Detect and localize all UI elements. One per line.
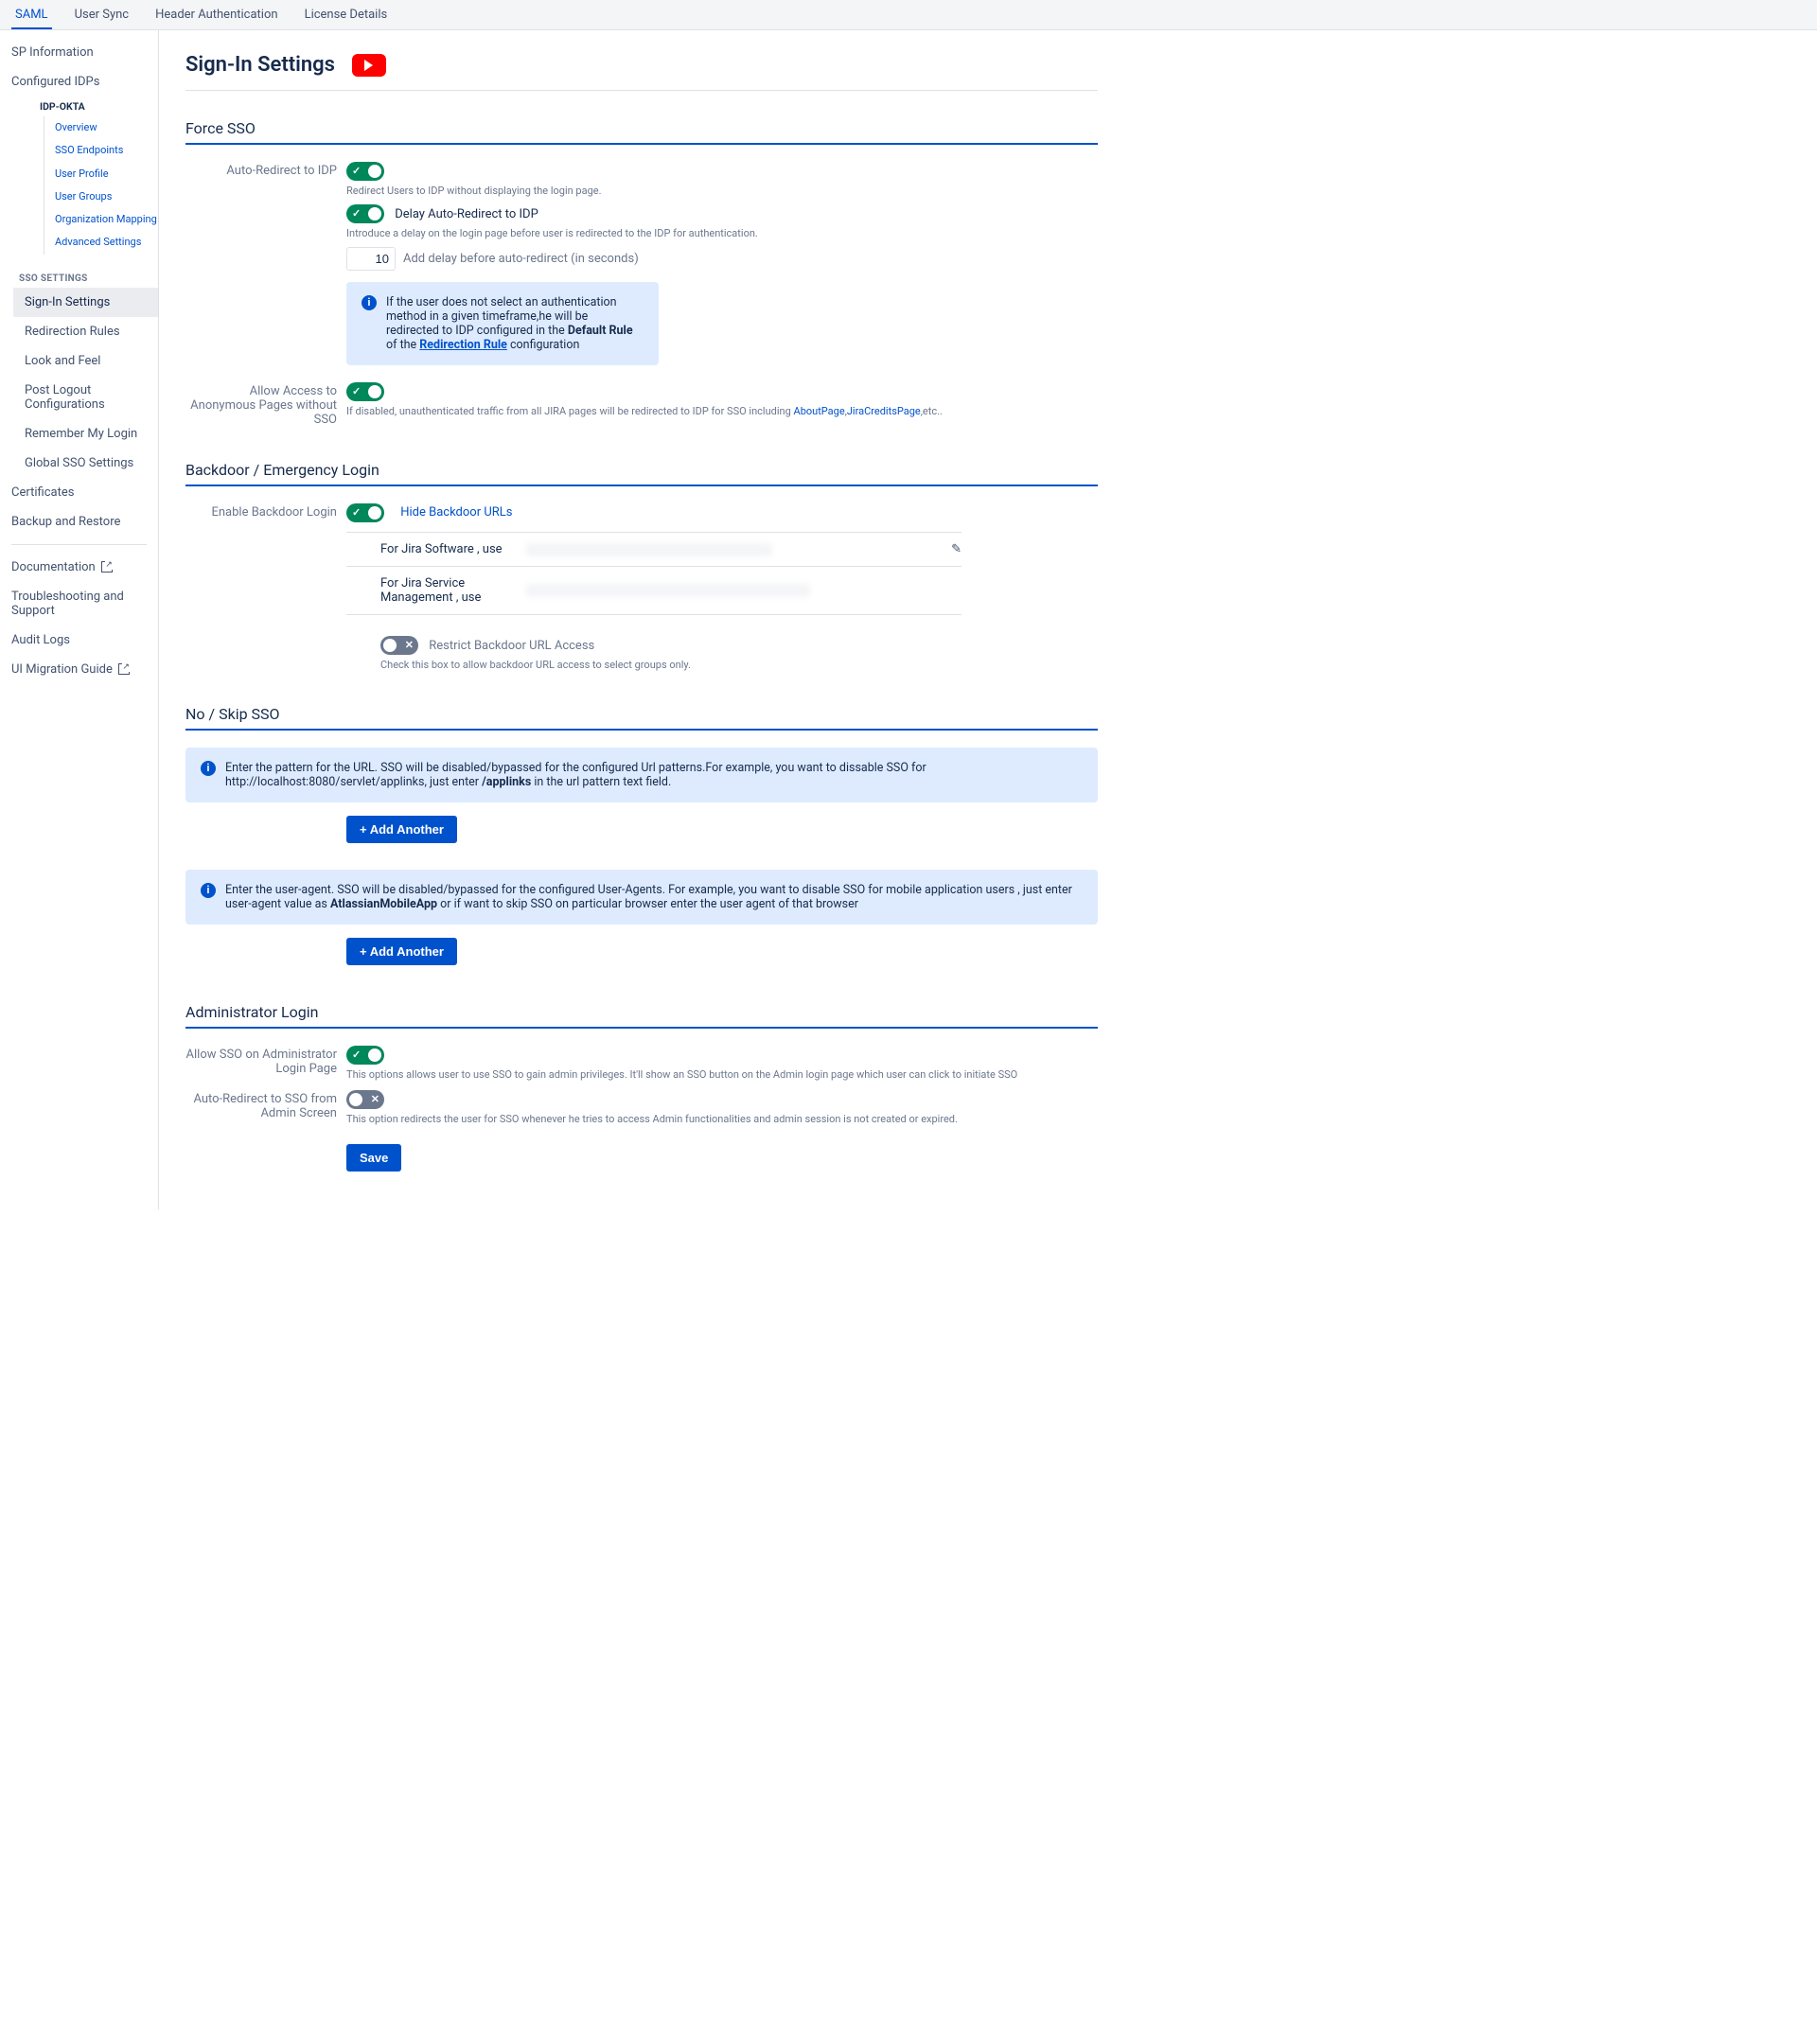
- idp-okta-header[interactable]: IDP-OKTA: [17, 98, 158, 116]
- info-icon: i: [201, 761, 216, 776]
- anon-access-help: If disabled, unauthenticated traffic fro…: [346, 405, 1098, 417]
- sidebar-certificates[interactable]: Certificates: [0, 478, 158, 507]
- restrict-backdoor-toggle[interactable]: [380, 636, 418, 655]
- anon-access-label: Allow Access to Anonymous Pages without …: [185, 382, 346, 427]
- sso-remember-login[interactable]: Remember My Login: [13, 419, 158, 449]
- external-link-icon: [101, 561, 113, 573]
- table-row: For Jira Software , use ✎: [346, 532, 961, 566]
- youtube-play-icon[interactable]: [352, 54, 386, 77]
- page-title: Sign-In Settings: [185, 53, 335, 77]
- idp-org-mapping[interactable]: Organization Mapping: [17, 208, 158, 231]
- save-button[interactable]: Save: [346, 1144, 401, 1172]
- sidebar-documentation[interactable]: Documentation: [0, 553, 158, 582]
- idp-tree: IDP-OKTA Overview SSO Endpoints User Pro…: [0, 97, 158, 260]
- table-row: For Jira Service Management , use: [346, 566, 961, 615]
- info-text: or if want to skip SSO on particular bro…: [437, 897, 858, 911]
- sidebar-ui-migration-label: UI Migration Guide: [11, 662, 113, 677]
- sso-global-settings[interactable]: Global SSO Settings: [13, 449, 158, 478]
- hide-backdoor-urls-link[interactable]: Hide Backdoor URLs: [400, 505, 512, 520]
- sso-sign-in-settings[interactable]: Sign-In Settings: [13, 288, 158, 317]
- delay-seconds-input[interactable]: [346, 247, 396, 271]
- sidebar-documentation-label: Documentation: [11, 560, 96, 574]
- delay-help: Introduce a delay on the login page befo…: [346, 227, 1098, 239]
- default-rule-info: i If the user does not select an authent…: [346, 282, 659, 365]
- enable-backdoor-label: Enable Backdoor Login: [185, 503, 346, 671]
- jira-software-url-label: For Jira Software , use: [346, 542, 526, 556]
- sidebar-backup-restore[interactable]: Backup and Restore: [0, 507, 158, 537]
- info-text: in the url pattern text field.: [531, 775, 671, 789]
- section-force-sso: Force SSO: [185, 91, 1098, 145]
- auto-redirect-label: Auto-Redirect to IDP: [185, 162, 346, 365]
- restrict-backdoor-label: Restrict Backdoor URL Access: [429, 639, 594, 653]
- section-admin-login: Administrator Login: [185, 975, 1098, 1029]
- idp-user-profile[interactable]: User Profile: [17, 163, 158, 185]
- auto-redirect-help: Redirect Users to IDP without displaying…: [346, 185, 1098, 197]
- sso-redirection-rules[interactable]: Redirection Rules: [13, 317, 158, 346]
- section-no-skip-sso: No / Skip SSO: [185, 677, 1098, 731]
- add-user-agent-button[interactable]: + Add Another: [346, 938, 457, 965]
- tab-header-auth[interactable]: Header Authentication: [151, 0, 281, 29]
- sidebar-configured-idps[interactable]: Configured IDPs: [0, 67, 158, 97]
- redacted-url: [526, 543, 772, 556]
- info-icon: i: [201, 883, 216, 898]
- redacted-url: [526, 584, 810, 597]
- sidebar-audit-logs[interactable]: Audit Logs: [0, 626, 158, 655]
- info-bold: /applinks: [482, 775, 531, 789]
- delay-placeholder-text: Add delay before auto-redirect (in secon…: [403, 252, 639, 266]
- sso-post-logout[interactable]: Post Logout Configurations: [13, 376, 158, 419]
- external-link-icon: [118, 663, 130, 675]
- tab-user-sync[interactable]: User Sync: [71, 0, 133, 29]
- sso-look-and-feel[interactable]: Look and Feel: [13, 346, 158, 376]
- allow-sso-admin-toggle[interactable]: [346, 1046, 384, 1065]
- url-pattern-info: i Enter the pattern for the URL. SSO wil…: [185, 748, 1098, 802]
- user-agent-info: i Enter the user-agent. SSO will be disa…: [185, 870, 1098, 925]
- idp-sso-endpoints[interactable]: SSO Endpoints: [17, 139, 158, 162]
- jira-credits-link[interactable]: JiraCreditsPage: [847, 405, 921, 417]
- info-bold: AtlassianMobileApp: [330, 897, 437, 911]
- add-url-pattern-button[interactable]: + Add Another: [346, 816, 457, 843]
- restrict-backdoor-help: Check this box to allow backdoor URL acc…: [380, 659, 1098, 671]
- redirection-rule-link[interactable]: Redirection Rule: [419, 338, 507, 352]
- sidebar: SP Information Configured IDPs IDP-OKTA …: [0, 30, 159, 1209]
- info-icon: i: [362, 295, 377, 310]
- idp-overview[interactable]: Overview: [17, 116, 158, 139]
- top-tabs: SAML User Sync Header Authentication Lic…: [0, 0, 1817, 30]
- sidebar-sp-information[interactable]: SP Information: [0, 38, 158, 67]
- info-text: configuration: [507, 338, 579, 352]
- auto-redirect-admin-help: This option redirects the user for SSO w…: [346, 1113, 1098, 1125]
- about-page-link[interactable]: AboutPage: [794, 405, 845, 417]
- auto-redirect-admin-label: Auto-Redirect to SSO from Admin Screen: [185, 1090, 346, 1125]
- main-content: Sign-In Settings Force SSO Auto-Redirect…: [159, 30, 1124, 1209]
- allow-sso-admin-help: This options allows user to use SSO to g…: [346, 1068, 1098, 1081]
- info-text: of the: [386, 338, 419, 352]
- backdoor-url-table: For Jira Software , use ✎ For Jira Servi…: [346, 532, 961, 615]
- auto-redirect-toggle[interactable]: [346, 162, 384, 181]
- delay-auto-redirect-label: Delay Auto-Redirect to IDP: [395, 207, 538, 221]
- tab-license[interactable]: License Details: [301, 0, 392, 29]
- enable-backdoor-toggle[interactable]: [346, 503, 384, 522]
- sidebar-troubleshooting[interactable]: Troubleshooting and Support: [0, 582, 158, 626]
- jira-sm-url-label: For Jira Service Management , use: [346, 576, 526, 605]
- allow-sso-admin-label: Allow SSO on Administrator Login Page: [185, 1046, 346, 1081]
- edit-url-button[interactable]: ✎: [933, 542, 961, 556]
- idp-user-groups[interactable]: User Groups: [17, 185, 158, 208]
- auto-redirect-admin-toggle[interactable]: [346, 1090, 384, 1109]
- info-bold-default-rule: Default Rule: [568, 324, 633, 338]
- anon-access-toggle[interactable]: [346, 382, 384, 401]
- idp-advanced-settings[interactable]: Advanced Settings: [17, 231, 158, 254]
- delay-auto-redirect-toggle[interactable]: [346, 204, 384, 223]
- sidebar-ui-migration[interactable]: UI Migration Guide: [0, 655, 158, 684]
- tab-saml[interactable]: SAML: [11, 0, 52, 29]
- section-backdoor: Backdoor / Emergency Login: [185, 432, 1098, 486]
- sso-settings-header: SSO SETTINGS: [0, 260, 158, 288]
- sidebar-divider: [11, 544, 147, 545]
